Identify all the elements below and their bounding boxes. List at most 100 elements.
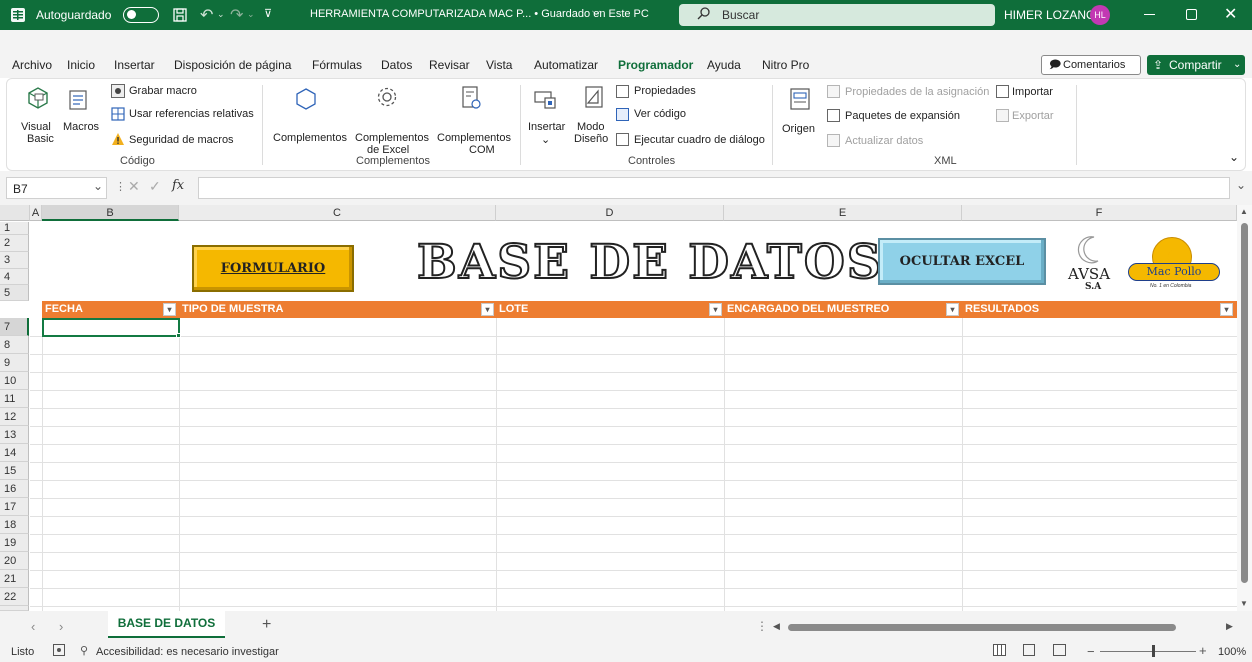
view-code-button[interactable]: Ver código	[634, 108, 686, 121]
undo-icon[interactable]: ↶	[200, 5, 213, 25]
restore-icon[interactable]	[1186, 9, 1197, 20]
save-icon[interactable]	[172, 7, 188, 23]
prev-sheet-icon[interactable]: ‹	[31, 619, 35, 634]
next-sheet-icon[interactable]: ›	[59, 619, 63, 634]
design-mode-icon[interactable]	[582, 85, 606, 111]
insert-function-icon[interactable]: fx	[172, 178, 184, 193]
sort-filter-icon[interactable]: ▾	[163, 303, 176, 316]
insert-control-label[interactable]: Insertar	[528, 121, 565, 134]
visual-basic-label-2[interactable]: Basic	[27, 133, 54, 146]
row-header-8[interactable]: 8	[0, 336, 29, 354]
gear-icon[interactable]	[375, 85, 399, 109]
zoom-slider[interactable]	[1100, 651, 1196, 652]
refresh-data-button[interactable]: Actualizar datos	[845, 135, 923, 148]
normal-view-icon[interactable]	[993, 644, 1006, 656]
filter-dropdown-icon[interactable]: ▾	[709, 303, 722, 316]
properties-button[interactable]: Propiedades	[634, 85, 696, 98]
select-all-corner[interactable]	[0, 205, 30, 221]
com-add-ins-label-2[interactable]: COM	[469, 144, 495, 157]
insert-dropdown-icon[interactable]: ⌄	[541, 134, 550, 147]
tab-insertar[interactable]: Insertar	[114, 52, 155, 78]
row-header-19[interactable]: 19	[0, 534, 29, 552]
add-sheet-icon[interactable]: +	[262, 616, 271, 634]
zoom-out-icon[interactable]: −	[1087, 644, 1095, 659]
expansion-packs-button[interactable]: Paquetes de expansión	[845, 110, 960, 123]
avatar[interactable]: HL	[1090, 5, 1110, 25]
map-properties-button[interactable]: Propiedades de la asignación	[845, 86, 989, 99]
tab-revisar[interactable]: Revisar	[429, 52, 470, 78]
chevron-down-icon[interactable]: ⌄	[93, 179, 103, 193]
record-macro-button[interactable]: Grabar macro	[129, 85, 197, 98]
chevron-down-icon[interactable]: ⌵	[592, 6, 600, 19]
selected-cell-b7[interactable]	[42, 318, 180, 337]
tab-disposicion[interactable]: Disposición de página	[174, 52, 291, 78]
expand-formula-icon[interactable]: ⌄	[1236, 178, 1246, 192]
macros-icon[interactable]	[68, 89, 90, 111]
sheet-tab-base-de-datos[interactable]: BASE DE DATOS	[108, 611, 225, 638]
tab-ayuda[interactable]: Ayuda	[707, 52, 741, 78]
column-header-a[interactable]: A	[30, 205, 42, 221]
name-box[interactable]: B7 ⌄	[6, 177, 107, 199]
design-mode-label-2[interactable]: Diseño	[574, 133, 608, 146]
row-header-10[interactable]: 10	[0, 372, 29, 390]
close-icon[interactable]: ✕	[1224, 4, 1237, 24]
insert-control-icon[interactable]	[533, 87, 557, 111]
column-header-e[interactable]: E	[724, 205, 962, 221]
macro-security-button[interactable]: Seguridad de macros	[129, 134, 234, 147]
undo-dropdown-icon[interactable]: ⌄	[217, 9, 225, 20]
export-button[interactable]: Exportar	[1012, 110, 1054, 123]
row-header-16[interactable]: 16	[0, 480, 29, 498]
minimize-icon[interactable]	[1144, 14, 1155, 15]
scroll-right-icon[interactable]: ▶	[1226, 621, 1233, 632]
com-add-ins-icon[interactable]	[459, 85, 483, 111]
column-header-d[interactable]: D	[496, 205, 724, 221]
enter-icon[interactable]: ✓	[149, 178, 161, 195]
tab-datos[interactable]: Datos	[381, 52, 412, 78]
add-ins-icon[interactable]	[294, 87, 318, 111]
vertical-scrollbar[interactable]: ▲ ▼	[1237, 205, 1252, 611]
row-header-4[interactable]: 4	[0, 269, 29, 285]
zoom-in-icon[interactable]: +	[1199, 643, 1207, 658]
formulario-button[interactable]: FORMULARIO	[192, 245, 354, 292]
row-header-13[interactable]: 13	[0, 426, 29, 444]
quick-access-menu-icon[interactable]: ⊽	[264, 7, 272, 20]
share-button[interactable]: ⇪ Compartir ⌄	[1147, 55, 1245, 75]
row-header-17[interactable]: 17	[0, 498, 29, 516]
horizontal-scrollbar[interactable]	[788, 624, 1176, 631]
xml-source-icon[interactable]	[789, 87, 811, 111]
row-header-15[interactable]: 15	[0, 462, 29, 480]
search-box[interactable]: Buscar	[679, 4, 995, 26]
zoom-slider-thumb[interactable]	[1152, 645, 1155, 657]
visual-basic-icon[interactable]	[25, 85, 51, 111]
run-dialog-button[interactable]: Ejecutar cuadro de diálogo	[634, 134, 765, 147]
row-header-14[interactable]: 14	[0, 444, 29, 462]
scroll-up-icon[interactable]: ▲	[1240, 207, 1248, 216]
tab-automatizar[interactable]: Automatizar	[534, 52, 598, 78]
row-header-12[interactable]: 12	[0, 408, 29, 426]
tabs-more-icon[interactable]: ⋮	[756, 619, 768, 633]
row-header-22[interactable]: 22	[0, 588, 29, 606]
tab-formulas[interactable]: Fórmulas	[312, 52, 362, 78]
column-header-b[interactable]: B	[42, 205, 179, 221]
row-header-7[interactable]: 7	[0, 318, 29, 336]
row-header-20[interactable]: 20	[0, 552, 29, 570]
ribbon-collapse-icon[interactable]: ⌄	[1229, 151, 1239, 164]
redo-icon[interactable]: ↷	[230, 5, 243, 25]
vertical-scroll-thumb[interactable]	[1241, 223, 1248, 583]
page-break-icon[interactable]	[1053, 644, 1066, 656]
tab-inicio[interactable]: Inicio	[67, 52, 95, 78]
autosave-toggle[interactable]	[123, 7, 159, 23]
macro-record-icon[interactable]	[53, 644, 65, 656]
relative-references-button[interactable]: Usar referencias relativas	[129, 108, 254, 121]
user-name[interactable]: HIMER LOZANO	[1004, 8, 1095, 22]
ocultar-excel-button[interactable]: OCULTAR EXCEL	[878, 238, 1046, 285]
row-header-21[interactable]: 21	[0, 570, 29, 588]
tab-programador[interactable]: Programador	[618, 52, 693, 78]
tab-nitro[interactable]: Nitro Pro	[762, 52, 809, 78]
formula-input[interactable]	[198, 177, 1230, 199]
column-header-c[interactable]: C	[179, 205, 496, 221]
comments-button[interactable]: 🗩 Comentarios	[1041, 55, 1141, 75]
import-button[interactable]: Importar	[1012, 86, 1053, 99]
row-header-9[interactable]: 9	[0, 354, 29, 372]
tab-vista[interactable]: Vista	[486, 52, 512, 78]
